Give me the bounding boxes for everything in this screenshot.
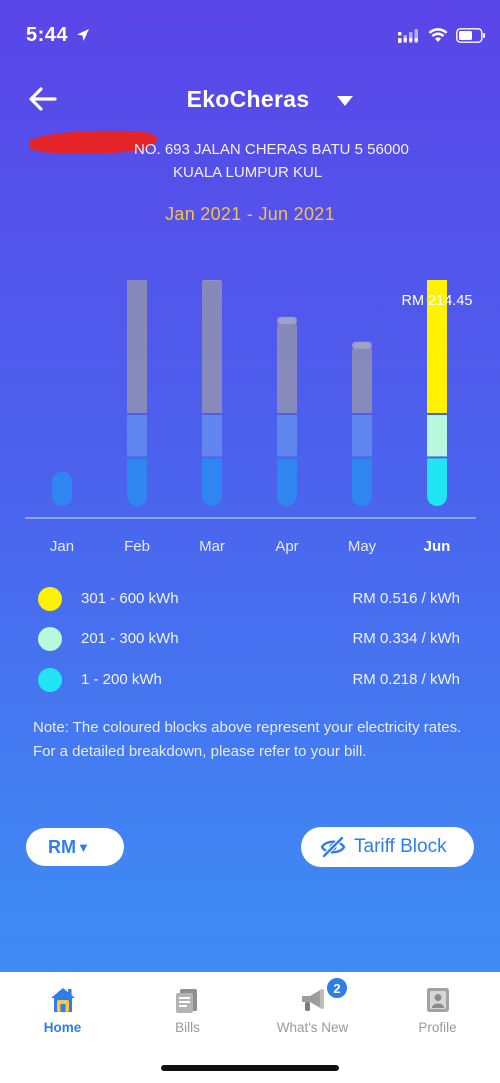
bar-segment-feb-1 [127, 415, 147, 457]
bar-segment-mar-0 [202, 458, 222, 506]
account-address: NO. 693 JALAN CHERAS BATU 5 56000 KUALA … [130, 138, 460, 184]
wifi-icon [428, 28, 448, 42]
bar-cap-may [352, 341, 372, 349]
address-line-2: KUALA LUMPUR KUL [173, 164, 323, 181]
account-selector[interactable]: EkoCheras [0, 86, 500, 113]
bar-jun[interactable] [427, 280, 447, 506]
selected-value-label: RM 214.45 [402, 293, 473, 309]
period-label: Jan 2021 - Jun 2021 [165, 204, 335, 224]
location-arrow-icon [77, 29, 89, 41]
rate-note: Note: The coloured blocks above represen… [33, 719, 462, 760]
x-tick-label: Jan [50, 538, 74, 555]
legend-item: 1 - 200 kWh RM 0.218 / kWh [0, 665, 500, 695]
bar-segment-apr-2 [277, 316, 297, 413]
bar-segment-jun-0 [427, 458, 447, 506]
page-title: EkoCheras [186, 86, 310, 112]
bar-segment-may-1 [352, 415, 372, 457]
legend-item: 301 - 600 kWh RM 0.516 / kWh [0, 584, 500, 614]
caret-down-icon[interactable] [336, 95, 354, 107]
legend-swatch [38, 668, 62, 692]
bar-segment-mar-1 [202, 415, 222, 457]
tab-label: Bills [175, 1020, 200, 1035]
bar-cap-mar [203, 280, 221, 281]
legend-rate: RM 0.218 / kWh [352, 671, 460, 688]
caret-down-icon: ▼ [77, 840, 90, 855]
x-tick-label: Jun [424, 538, 451, 555]
bar-segment-jun-1 [427, 415, 447, 457]
legend-swatch [38, 587, 62, 611]
bar-segment-apr-0 [277, 458, 297, 506]
bar-apr[interactable] [277, 316, 297, 506]
bar-segment-mar-2 [202, 280, 222, 413]
bar-jan[interactable] [52, 471, 72, 506]
megaphone-icon [302, 989, 324, 1011]
usage-bar-chart: Jan Feb Mar Apr May Jun RM 214.45 [25, 280, 476, 555]
status-time: 5:44 [26, 24, 69, 46]
eye-off-icon [320, 836, 346, 858]
bar-may[interactable] [352, 341, 372, 506]
bill-icon [176, 989, 197, 1013]
legend-range: 301 - 600 kWh [81, 590, 179, 607]
bar-mar[interactable] [202, 280, 222, 506]
status-bar: 5:44 [0, 0, 500, 64]
bar-segment-may-0 [352, 458, 372, 506]
x-tick-label: Mar [199, 538, 225, 555]
legend-rate: RM 0.516 / kWh [352, 590, 460, 607]
legend-range: 201 - 300 kWh [81, 630, 179, 647]
bar-segment-feb-2 [127, 280, 147, 413]
legend-rate: RM 0.334 / kWh [352, 630, 460, 647]
tab-label: Profile [418, 1020, 457, 1035]
notification-badge: 2 [326, 977, 348, 999]
bar-segment-apr-1 [277, 415, 297, 457]
profile-icon [427, 988, 449, 1012]
home-icon [51, 988, 75, 1012]
x-tick-label: Apr [275, 538, 298, 555]
tab-home[interactable]: Home [0, 972, 125, 1052]
legend-item: 201 - 300 kWh RM 0.334 / kWh [0, 624, 500, 654]
tariff-block-button[interactable]: Tariff Block [301, 827, 474, 867]
bar-feb[interactable] [127, 280, 147, 506]
tab-profile[interactable]: Profile [375, 972, 500, 1052]
legend-range: 1 - 200 kWh [81, 671, 162, 688]
bar-segment-may-2 [352, 341, 372, 413]
tab-whats-new[interactable]: What's New [250, 972, 375, 1052]
signal-icon [398, 29, 418, 43]
bar-cap-apr [277, 316, 297, 324]
legend-swatch [38, 627, 62, 651]
tab-label: What's New [276, 1020, 349, 1035]
tab-label: Home [43, 1020, 82, 1035]
unit-toggle-button[interactable]: RM▼ [26, 828, 124, 866]
tab-bills[interactable]: Bills [125, 972, 250, 1052]
x-tick-label: Feb [124, 538, 150, 555]
bar-segment-jan-0 [52, 471, 72, 506]
home-indicator [161, 1065, 339, 1071]
battery-icon [456, 28, 485, 43]
tariff-block-label: Tariff Block [354, 836, 447, 857]
unit-label: RM [48, 837, 76, 857]
app-header: EkoCheras [0, 78, 500, 124]
address-line-1: NO. 693 JALAN CHERAS BATU 5 56000 [134, 141, 409, 158]
bar-segment-feb-0 [127, 458, 147, 506]
x-tick-label: May [348, 538, 377, 555]
